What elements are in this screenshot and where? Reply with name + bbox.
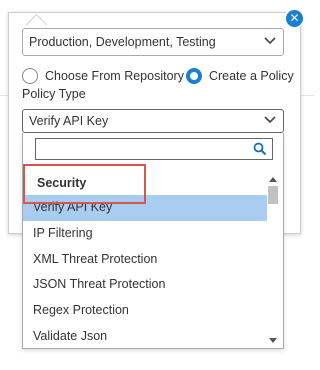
dropdown-scrollbar[interactable]	[267, 175, 281, 347]
radio-label-create-a-policy: Create a Policy	[208, 69, 294, 83]
environment-select[interactable]: Production, Development, Testing	[22, 28, 284, 56]
search-icon	[253, 142, 267, 156]
background-divider	[300, 95, 315, 96]
list-item[interactable]: Validate Json	[23, 324, 267, 347]
scroll-down-arrow-icon[interactable]	[269, 338, 277, 343]
scrollbar-thumb[interactable]	[268, 186, 278, 204]
policy-source-radio-group: Choose From Repository Create a Policy	[22, 66, 296, 86]
dropdown-search-input[interactable]	[35, 138, 273, 160]
close-icon[interactable]: ✕	[286, 10, 303, 27]
list-item[interactable]: XML Threat Protection	[23, 247, 267, 273]
dropdown-option-list: Security Verify API Key IP Filtering XML…	[23, 171, 267, 347]
radio-choose-from-repository[interactable]	[22, 68, 38, 84]
environment-select-value: Production, Development, Testing	[29, 35, 216, 49]
list-item[interactable]: IP Filtering	[23, 221, 267, 247]
list-item[interactable]: JSON Threat Protection	[23, 272, 267, 298]
option-group-label: Security	[37, 176, 87, 190]
policy-type-label: Policy Type	[22, 87, 86, 101]
chevron-down-icon	[264, 37, 276, 45]
list-item[interactable]: Regex Protection	[23, 298, 267, 324]
policy-type-select-value: Verify API Key	[29, 114, 109, 128]
policy-type-dropdown: Security Verify API Key IP Filtering XML…	[22, 133, 284, 349]
chevron-down-icon	[264, 116, 276, 124]
radio-create-a-policy[interactable]	[185, 68, 202, 84]
page: ✕ Production, Development, Testing Choos…	[0, 0, 315, 370]
radio-label-choose-from-repository: Choose From Repository	[45, 69, 184, 83]
policy-type-select[interactable]: Verify API Key	[22, 109, 284, 133]
list-item[interactable]: Verify API Key	[23, 195, 267, 221]
scroll-up-arrow-icon[interactable]	[269, 177, 277, 182]
